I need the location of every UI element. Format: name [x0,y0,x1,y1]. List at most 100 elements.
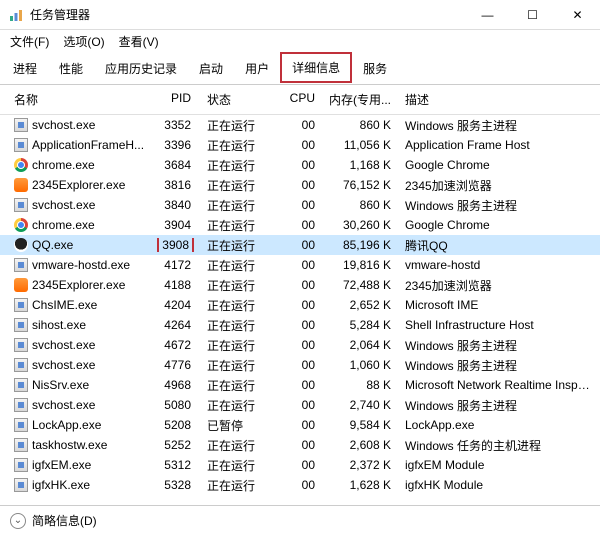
cell-cpu: 00 [267,238,319,252]
cell-memory: 860 K [319,118,395,132]
process-name: svchost.exe [32,338,95,352]
table-row[interactable]: igfxEM.exe5312正在运行002,372 KigfxEM Module [0,455,600,475]
cell-memory: 30,260 K [319,218,395,232]
cell-state: 正在运行 [195,137,267,154]
close-button[interactable]: ✕ [555,0,600,30]
cell-name: taskhostw.exe [10,438,150,452]
column-header-memory[interactable]: 内存(专用... [319,89,395,110]
cell-state: 正在运行 [195,197,267,214]
column-header-pid[interactable]: PID [150,89,195,110]
table-row[interactable]: svchost.exe3840正在运行00860 KWindows 服务主进程 [0,195,600,215]
cell-name: chrome.exe [10,158,150,172]
tab-users[interactable]: 用户 [234,54,280,85]
table-row[interactable]: svchost.exe3352正在运行00860 KWindows 服务主进程 [0,115,600,135]
cell-cpu: 00 [267,178,319,192]
generic-icon [14,358,28,372]
cell-cpu: 00 [267,138,319,152]
table-row[interactable]: igfxHK.exe5328正在运行001,628 KigfxHK Module [0,475,600,495]
titlebar: 任务管理器 — ☐ ✕ [0,0,600,30]
table-row[interactable]: QQ.exe3908正在运行0085,196 K腾讯QQ [0,235,600,255]
table-row[interactable]: vmware-hostd.exe4172正在运行0019,816 Kvmware… [0,255,600,275]
table-row[interactable]: LockApp.exe5208已暂停009,584 KLockApp.exe [0,415,600,435]
tab-services[interactable]: 服务 [352,54,398,85]
tab-details[interactable]: 详细信息 [280,52,352,83]
generic-icon [14,458,28,472]
table-row[interactable]: taskhostw.exe5252正在运行002,608 KWindows 任务… [0,435,600,455]
tab-performance[interactable]: 性能 [48,54,94,85]
cell-state: 正在运行 [195,377,267,394]
table-row[interactable]: svchost.exe5080正在运行002,740 KWindows 服务主进… [0,395,600,415]
cell-memory: 2,652 K [319,298,395,312]
minimize-button[interactable]: — [465,0,510,30]
table-row[interactable]: svchost.exe4776正在运行001,060 KWindows 服务主进… [0,355,600,375]
table-row[interactable]: 2345Explorer.exe3816正在运行0076,152 K2345加速… [0,175,600,195]
cell-name: chrome.exe [10,218,150,232]
cell-state: 正在运行 [195,397,267,414]
process-name: QQ.exe [32,238,73,252]
tab-processes[interactable]: 进程 [2,54,48,85]
cell-cpu: 00 [267,258,319,272]
menu-options[interactable]: 选项(O) [63,33,104,50]
table-row[interactable]: ChsIME.exe4204正在运行002,652 KMicrosoft IME [0,295,600,315]
generic-icon [14,258,28,272]
cell-cpu: 00 [267,458,319,472]
tab-startup[interactable]: 启动 [188,54,234,85]
chrome-icon [14,218,28,232]
cell-pid: 4264 [150,318,195,332]
cell-pid: 4204 [150,298,195,312]
cell-pid: 3904 [150,218,195,232]
column-header-description[interactable]: 描述 [395,89,600,110]
column-header-name[interactable]: 名称 [10,89,150,110]
column-header-state[interactable]: 状态 [195,89,267,110]
cell-state: 正在运行 [195,297,267,314]
process-name: svchost.exe [32,358,95,372]
process-name: vmware-hostd.exe [32,258,130,272]
cell-description: LockApp.exe [395,418,600,432]
cell-memory: 1,168 K [319,158,395,172]
tab-app-history[interactable]: 应用历史记录 [94,54,188,85]
maximize-button[interactable]: ☐ [510,0,555,30]
process-name: taskhostw.exe [32,438,107,452]
cell-description: Windows 任务的主机进程 [395,437,600,454]
cell-name: 2345Explorer.exe [10,278,150,292]
table-row[interactable]: svchost.exe5384正在运行005,284 KWindows 服务主进… [0,495,600,497]
process-list[interactable]: svchost.exe3352正在运行00860 KWindows 服务主进程A… [0,115,600,497]
menu-view[interactable]: 查看(V) [119,33,159,50]
process-name: svchost.exe [32,398,95,412]
cell-memory: 5,284 K [319,318,395,332]
table-row[interactable]: chrome.exe3904正在运行0030,260 KGoogle Chrom… [0,215,600,235]
table-row[interactable]: NisSrv.exe4968正在运行0088 KMicrosoft Networ… [0,375,600,395]
cell-pid: 3684 [150,158,195,172]
brief-info-link[interactable]: 简略信息(D) [32,512,97,529]
cell-description: Windows 服务主进程 [395,497,600,498]
cell-pid: 3352 [150,118,195,132]
cell-state: 正在运行 [195,277,267,294]
table-row[interactable]: ApplicationFrameH...3396正在运行0011,056 KAp… [0,135,600,155]
cell-cpu: 00 [267,218,319,232]
cell-description: Microsoft IME [395,298,600,312]
cell-memory: 85,196 K [319,238,395,252]
cell-state: 正在运行 [195,337,267,354]
cell-memory: 2,608 K [319,438,395,452]
process-name: svchost.exe [32,198,95,212]
orange2345-icon [14,178,28,192]
generic-icon [14,138,28,152]
cell-cpu: 00 [267,318,319,332]
column-header-cpu[interactable]: CPU [267,89,319,110]
table-row[interactable]: svchost.exe4672正在运行002,064 KWindows 服务主进… [0,335,600,355]
cell-description: 2345加速浏览器 [395,177,600,194]
chrome-icon [14,158,28,172]
table-row[interactable]: chrome.exe3684正在运行001,168 KGoogle Chrome [0,155,600,175]
chevron-down-icon[interactable]: ⌄ [10,513,26,529]
menu-file[interactable]: 文件(F) [10,33,49,50]
cell-memory: 72,488 K [319,278,395,292]
cell-name: svchost.exe [10,358,150,372]
cell-state: 正在运行 [195,317,267,334]
cell-cpu: 00 [267,118,319,132]
cell-pid: 4172 [150,258,195,272]
table-row[interactable]: sihost.exe4264正在运行005,284 KShell Infrast… [0,315,600,335]
cell-description: 2345加速浏览器 [395,277,600,294]
table-row[interactable]: 2345Explorer.exe4188正在运行0072,488 K2345加速… [0,275,600,295]
process-name: NisSrv.exe [32,378,89,392]
cell-cpu: 00 [267,358,319,372]
